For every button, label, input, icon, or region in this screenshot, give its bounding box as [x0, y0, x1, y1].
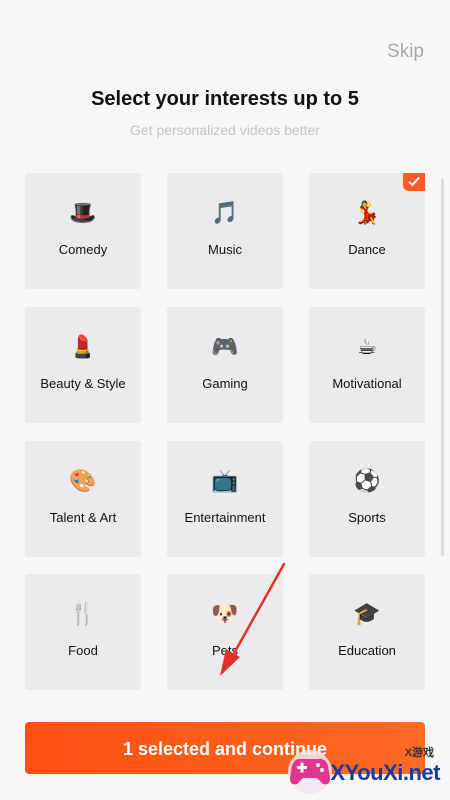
soccer-ball-icon: ⚽	[353, 469, 381, 494]
interest-grid: 🎩 Comedy 🎵 Music 💃 Dance 💄 Beauty & Style 🎮 Gamin…	[25, 173, 425, 713]
page-title: Select your interests up to 5	[91, 88, 359, 110]
gamepad-icon: 🎮	[211, 335, 239, 360]
television-icon: 📺	[211, 469, 239, 494]
interest-tile-gaming[interactable]: 🎮 Gaming	[167, 307, 283, 423]
interest-tile-music[interactable]: 🎵 Music	[167, 173, 283, 289]
interest-tile-pets[interactable]: 🐶 Pets	[167, 574, 283, 690]
interest-label: Entertainment	[184, 510, 266, 525]
watermark-subtext: X游戏	[404, 747, 434, 759]
interest-tile-sports[interactable]: ⚽ Sports	[309, 441, 425, 557]
interest-label: Pets	[211, 643, 238, 658]
dog-face-icon: 🐶	[211, 602, 239, 627]
coffee-cup-icon: ☕	[357, 335, 377, 360]
interest-tile-comedy[interactable]: 🎩 Comedy	[25, 173, 141, 289]
interest-selection-screen: Skip Select your interests up to 5 Get p…	[0, 0, 450, 800]
dancer-icon: 💃	[353, 201, 381, 226]
interest-label: Education	[338, 643, 396, 658]
lipstick-icon: 💄	[69, 335, 97, 360]
musical-note-icon: 🎵	[211, 201, 239, 226]
interest-tile-food[interactable]: 🍴 Food	[25, 574, 141, 690]
fork-and-knife-icon: 🍴	[69, 602, 97, 627]
skip-button[interactable]: Skip	[387, 41, 424, 63]
interest-label: Music	[208, 242, 242, 257]
interest-tile-motivational[interactable]: ☕ Motivational	[309, 307, 425, 423]
interest-label: Sports	[348, 510, 386, 525]
interest-tile-education[interactable]: 🎓 Education	[309, 574, 425, 690]
interest-tile-dance[interactable]: 💃 Dance	[309, 173, 425, 289]
interest-label: Dance	[348, 242, 386, 257]
interest-label: Motivational	[332, 376, 402, 391]
interest-label: Food	[68, 643, 98, 658]
interest-tile-entertainment[interactable]: 📺 Entertainment	[167, 441, 283, 557]
selected-check-icon	[403, 173, 425, 191]
interest-label: Comedy	[58, 242, 108, 257]
interest-label: Gaming	[202, 376, 248, 391]
watermark: X游戏 XYouXi.net	[280, 742, 450, 800]
watermark-text: XYouXi.net	[330, 760, 441, 785]
graduation-cap-icon: 🎓	[353, 602, 381, 627]
top-hat-icon: 🎩	[69, 201, 97, 226]
interest-label: Beauty & Style	[40, 376, 126, 391]
art-palette-icon: 🎨	[69, 469, 97, 494]
interest-tile-beauty-style[interactable]: 💄 Beauty & Style	[25, 307, 141, 423]
interest-label: Talent & Art	[49, 510, 117, 525]
scrollbar[interactable]	[441, 178, 444, 556]
page-subtitle: Get personalized videos better	[130, 122, 320, 138]
interest-tile-talent-art[interactable]: 🎨 Talent & Art	[25, 441, 141, 557]
